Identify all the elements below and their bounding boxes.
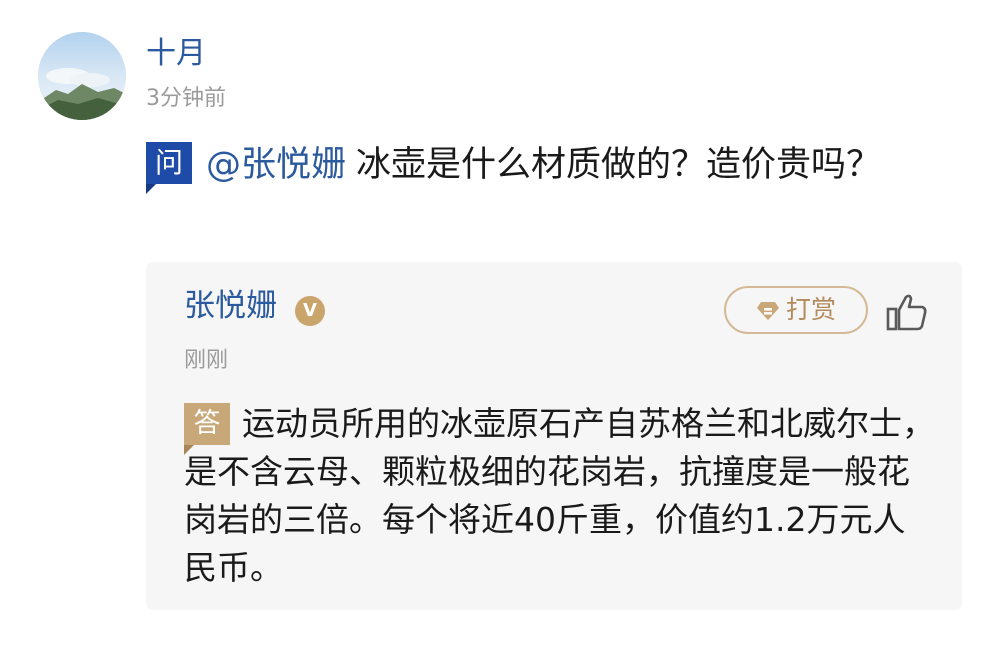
tip-button-label: 打赏 [785, 295, 836, 324]
answer-time: 刚刚 [184, 348, 229, 373]
tip-button[interactable]: 打赏 [724, 286, 868, 334]
answer-text: 运动员所用的冰壶原石产自苏格兰和北威尔士，是不含云母、颗粒极细的花岗岩，抗撞度是… [184, 404, 935, 587]
question-text-block: 问 @张悦姗 冰壶是什么材质做的？造价贵吗？ [146, 140, 906, 194]
verified-badge-icon: V [295, 296, 325, 326]
answer-card: 张悦姗 V 刚刚 打赏 答运动员所用的冰壶原石产自苏格兰和北威尔士，是不含云母、… [146, 262, 962, 610]
answer-author[interactable]: 张悦姗 [184, 288, 277, 325]
question-text: 冰壶是什么材质做的？造价贵吗？ [356, 145, 882, 185]
landscape-avatar-icon [38, 32, 126, 120]
comment-time: 3分钟前 [146, 86, 226, 111]
diamond-icon [756, 302, 779, 320]
answer-text-block: 答运动员所用的冰壶原石产自苏格兰和北威尔士，是不含云母、颗粒极细的花岗岩，抗撞度… [184, 400, 936, 592]
answer-badge: 答 [184, 403, 230, 455]
question-badge: 问 [146, 142, 192, 194]
avatar[interactable] [38, 32, 126, 120]
thumbs-up-icon[interactable] [886, 292, 928, 332]
mention-link[interactable]: @张悦姗 [206, 145, 346, 185]
comment-username[interactable]: 十月 [146, 36, 206, 72]
